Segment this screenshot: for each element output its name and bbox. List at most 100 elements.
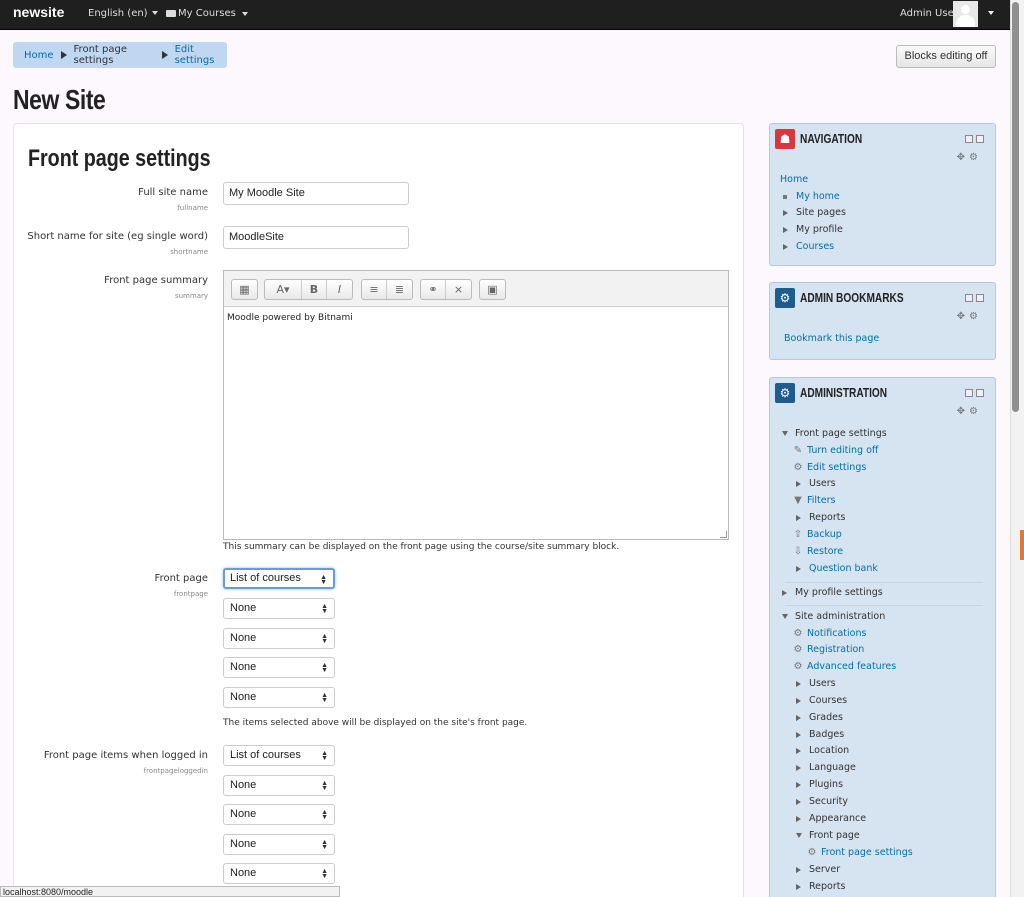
chevron-down-icon — [241, 11, 248, 16]
frontpage-select-4[interactable]: None ▲ ▼ — [223, 657, 335, 678]
site-brand[interactable]: newsite — [13, 4, 64, 20]
nav-item-courses[interactable]: Courses — [783, 241, 834, 252]
resize-handle-icon[interactable] — [720, 531, 727, 538]
admin-sa-front-page[interactable]: Front page — [796, 830, 860, 841]
admin-filters[interactable]: ▼ Filters — [793, 495, 835, 506]
scrollbar-thumb[interactable] — [1012, 2, 1019, 412]
gear-icon[interactable]: ⚙ — [969, 152, 982, 163]
minimize-icon[interactable] — [965, 135, 973, 143]
admin-sa-plugins[interactable]: Plugins — [796, 779, 843, 790]
frontpage-select-2[interactable]: None ▲ ▼ — [223, 598, 335, 619]
avatar[interactable] — [953, 1, 978, 27]
admin-edit-settings[interactable]: ⚙ Edit settings — [793, 462, 867, 473]
language-menu[interactable]: English (en) — [88, 8, 158, 19]
frontpage-help-text: The items selected above will be display… — [223, 718, 528, 728]
section-title: Front page settings — [28, 145, 211, 172]
frontpage-select-3[interactable]: None ▲ ▼ — [223, 628, 335, 649]
minimize-icon[interactable] — [965, 294, 973, 302]
dock-icon[interactable] — [976, 389, 984, 397]
sitemap-icon: ☗ — [775, 129, 795, 149]
admin-sa-badges[interactable]: Badges — [796, 729, 844, 740]
frontpageloggedin-select-4[interactable]: None ▲ ▼ — [223, 834, 335, 855]
navigation-block-title: NAVIGATION — [800, 131, 863, 146]
gear-icon[interactable]: ⚙ — [969, 406, 982, 417]
admin-registration[interactable]: ⚙ Registration — [793, 644, 865, 655]
frontpageloggedin-select-1[interactable]: List of courses ▲ ▼ — [223, 745, 335, 766]
select-arrows-icon: ▲ ▼ — [321, 839, 328, 851]
frontpage-select-1[interactable]: List of courses ▲ ▼ — [223, 568, 335, 589]
admin-sa-appearance[interactable]: Appearance — [796, 813, 866, 824]
divider — [785, 582, 983, 583]
admin-front-page-settings[interactable]: Front page settings — [782, 428, 887, 439]
admin-sa-server[interactable]: Server — [796, 864, 840, 875]
image-icon[interactable]: ▣ — [480, 280, 505, 299]
frontpageloggedin-select-2[interactable]: None ▲ ▼ — [223, 775, 335, 796]
summary-editor[interactable]: ▦ A▾ B I ≡ ≣ ⚭ ⨯ ▣ Moodle powered by Bitnami — [223, 270, 729, 540]
summary-label: Front page summary — [104, 275, 208, 286]
text-style-icon[interactable]: A▾ — [265, 280, 302, 299]
dock-icon[interactable] — [976, 135, 984, 143]
admin-restore[interactable]: ⇩ Restore — [793, 546, 843, 557]
frontpageloggedin-select-5[interactable]: None ▲ ▼ — [223, 863, 335, 884]
admin-site-administration[interactable]: Site administration — [782, 611, 885, 622]
unordered-list-icon[interactable]: ≡ — [362, 280, 387, 299]
nav-home[interactable]: Home — [780, 174, 808, 185]
expand-arrow-icon — [796, 480, 801, 487]
gear-icon[interactable]: ⚙ — [969, 311, 982, 322]
nav-item-my-home[interactable]: My home — [783, 191, 840, 202]
admin-sa-grades[interactable]: Grades — [796, 712, 843, 723]
ordered-list-icon[interactable]: ≣ — [387, 280, 412, 299]
admin-sa-reports[interactable]: Reports — [796, 881, 845, 892]
breadcrumb-home[interactable]: Home — [24, 50, 54, 61]
chevron-down-icon — [151, 11, 158, 15]
user-menu-chevron-icon[interactable] — [988, 11, 994, 15]
admin-fps-reports[interactable]: Reports — [796, 512, 845, 523]
admin-turn-editing-off[interactable]: ✎ Turn editing off — [793, 445, 879, 456]
frontpageloggedin-select-3[interactable]: None ▲ ▼ — [223, 804, 335, 825]
user-name[interactable]: Admin User — [900, 8, 958, 19]
link-icon[interactable]: ⚭ — [421, 280, 446, 299]
shortname-field[interactable]: MoodleSite — [223, 226, 409, 249]
move-icon[interactable]: ✥ — [957, 311, 969, 322]
nav-item-site-pages[interactable]: Site pages — [783, 207, 846, 218]
admin-advanced-features[interactable]: ⚙ Advanced features — [793, 661, 897, 672]
toolbar-toggle-icon[interactable]: ▦ — [232, 280, 257, 299]
language-label: English (en) — [88, 8, 148, 19]
minimize-icon[interactable] — [965, 389, 973, 397]
editor-toolbar: ▦ A▾ B I ≡ ≣ ⚭ ⨯ ▣ — [224, 271, 728, 307]
admin-sa-location[interactable]: Location — [796, 745, 849, 756]
admin-sa-courses[interactable]: Courses — [796, 695, 847, 706]
admin-sa-users[interactable]: Users — [796, 678, 836, 689]
bold-icon[interactable]: B — [302, 280, 327, 299]
page-scrollbar[interactable] — [1010, 0, 1024, 897]
admin-fps-users[interactable]: Users — [796, 478, 836, 489]
unlink-icon[interactable]: ⨯ — [446, 280, 471, 299]
admin-sa-security[interactable]: Security — [796, 796, 848, 807]
select-arrows-icon: ▲ ▼ — [321, 868, 328, 880]
summary-content[interactable]: Moodle powered by Bitnami — [224, 307, 728, 329]
admin-question-bank[interactable]: Question bank — [796, 563, 878, 574]
dock-icon[interactable] — [976, 294, 984, 302]
move-icon[interactable]: ✥ — [957, 152, 969, 163]
admin-backup[interactable]: ⇪ Backup — [793, 529, 842, 540]
admin-my-profile-settings[interactable]: My profile settings — [782, 587, 883, 598]
expand-arrow-icon — [782, 589, 787, 596]
expand-arrow-icon — [796, 815, 801, 822]
gear-icon: ⚙ — [793, 644, 803, 655]
fullname-field[interactable]: My Moodle Site — [223, 182, 409, 205]
gear-icon: ⚙ — [793, 628, 803, 639]
admin-sa-front-page-settings[interactable]: ⚙ Front page settings — [807, 847, 913, 858]
select-arrows-icon: ▲ ▼ — [320, 574, 327, 586]
breadcrumb-front-page-settings[interactable]: Front page settings — [74, 44, 155, 66]
my-courses-menu[interactable]: My Courses — [166, 8, 248, 19]
move-icon[interactable]: ✥ — [957, 406, 969, 417]
nav-item-my-profile[interactable]: My profile — [783, 224, 843, 235]
bookmark-this-page-link[interactable]: Bookmark this page — [784, 333, 879, 344]
select-arrows-icon: ▲ ▼ — [321, 662, 328, 674]
breadcrumb-edit-settings[interactable]: Edit settings — [175, 44, 227, 66]
blocks-editing-button[interactable]: Blocks editing off — [896, 45, 996, 68]
admin-notifications[interactable]: ⚙ Notifications — [793, 628, 867, 639]
frontpage-select-5[interactable]: None ▲ ▼ — [223, 687, 335, 708]
admin-sa-language[interactable]: Language — [796, 762, 856, 773]
italic-icon[interactable]: I — [327, 280, 352, 299]
